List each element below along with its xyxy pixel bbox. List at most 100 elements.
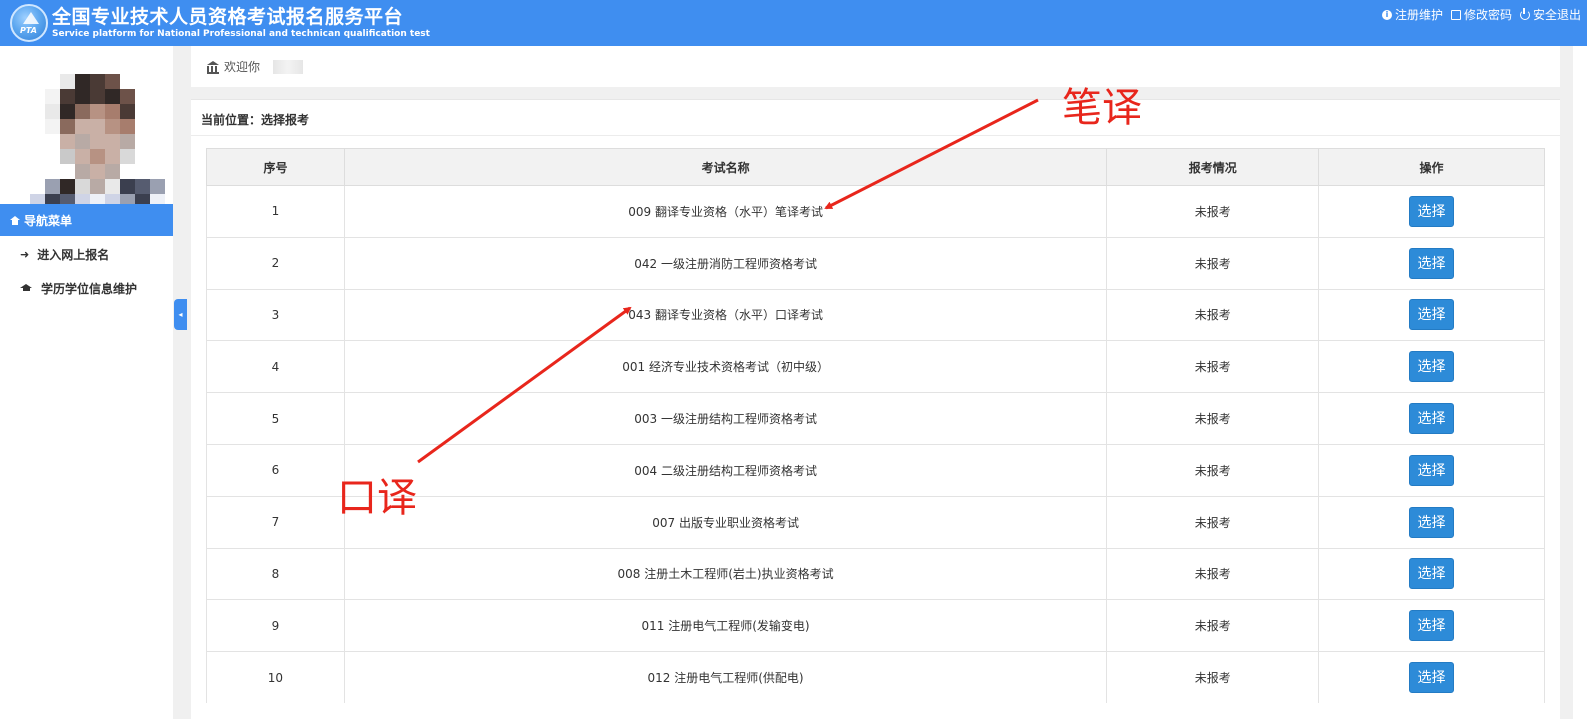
edit-icon [1450, 9, 1461, 20]
avatar-pixel [120, 119, 135, 134]
sidebar: 导航菜单 ➜ 进入网上报名 学历学位信息维护 [0, 46, 173, 719]
row-no: 9 [206, 599, 345, 652]
row-exam-name: 001 经济专业技术资格考试（初中级） [343, 340, 1108, 393]
select-button[interactable]: 选择 [1409, 662, 1455, 694]
avatar-pixel [120, 89, 135, 104]
avatar-pixel [105, 74, 120, 89]
home-icon [10, 215, 20, 225]
logout-label: 安全退出 [1532, 8, 1581, 22]
site-title: 全国专业技术人员资格考试报名服务平台 [52, 6, 404, 28]
table-row: 5 003 一级注册结构工程师资格考试 未报考 选择 [206, 392, 1545, 445]
select-button[interactable]: 选择 [1409, 299, 1455, 331]
row-action: 选择 [1318, 495, 1545, 549]
avatar-pixel [60, 179, 75, 194]
top-links: i 注册维护 修改密码 安全退出 [1381, 6, 1581, 23]
select-button[interactable]: 选择 [1409, 403, 1455, 435]
row-no: 3 [206, 288, 345, 341]
row-no: 2 [206, 236, 345, 290]
row-status: 未报考 [1106, 547, 1320, 600]
select-button[interactable]: 选择 [1409, 558, 1455, 590]
blurred-username [273, 59, 304, 74]
avatar-pixel [75, 74, 90, 89]
row-action: 选择 [1318, 392, 1545, 445]
avatar-pixel [120, 179, 135, 194]
avatar-pixel [75, 149, 90, 164]
avatar-pixel [90, 104, 105, 119]
avatar-pixel [120, 104, 135, 119]
table-row: 2 042 一级注册消防工程师资格考试 未报考 选择 [206, 236, 1545, 290]
row-status: 未报考 [1106, 599, 1320, 652]
written-annotation-label: 笔译 [1062, 85, 1142, 131]
avatar-pixel [75, 179, 90, 194]
register-maintain-link[interactable]: i 注册维护 [1381, 6, 1443, 23]
row-no: 5 [206, 392, 345, 445]
avatar-pixel [90, 179, 105, 194]
row-action: 选择 [1318, 340, 1545, 393]
sidebar-item-degree-info[interactable]: 学历学位信息维护 [0, 271, 173, 305]
table-header-row: 序号 考试名称 报考情况 操作 [206, 148, 1545, 186]
change-password-link[interactable]: 修改密码 [1450, 6, 1512, 23]
site-subtitle: Service platform for National Profession… [52, 29, 430, 39]
avatar-pixel [105, 89, 120, 104]
row-exam-name: 004 二级注册结构工程师资格考试 [343, 443, 1108, 497]
row-no: 8 [206, 547, 345, 600]
avatar-pixel [90, 89, 105, 104]
col-header-status: 报考情况 [1106, 148, 1320, 186]
avatar-pixel [105, 134, 120, 149]
avatar-pixel [135, 179, 150, 194]
select-button[interactable]: 选择 [1409, 506, 1455, 538]
sign-in-icon: ➜ [20, 247, 30, 261]
avatar-pixel [75, 164, 90, 179]
row-exam-name: 011 注册电气工程师(发输变电) [343, 599, 1108, 652]
table-row: 9 011 注册电气工程师(发输变电) 未报考 选择 [206, 599, 1545, 652]
register-maintain-label: 注册维护 [1394, 8, 1443, 22]
sidebar-item-online-registration[interactable]: ➜ 进入网上报名 [0, 237, 173, 271]
avatar-pixel [75, 119, 90, 134]
avatar-pixel [75, 104, 90, 119]
top-header: PTA 全国专业技术人员资格考试报名服务平台 Service platform … [0, 0, 1587, 46]
select-button[interactable]: 选择 [1409, 195, 1455, 227]
sidebar-item-label: 学历学位信息维护 [41, 281, 138, 296]
avatar-pixel [75, 134, 90, 149]
institution-icon [207, 61, 219, 74]
row-no: 10 [206, 651, 345, 704]
avatar-pixel [45, 89, 60, 104]
pta-logo-icon: PTA [10, 4, 48, 42]
logout-link[interactable]: 安全退出 [1519, 6, 1581, 23]
row-exam-name: 007 出版专业职业资格考试 [343, 495, 1108, 549]
avatar-pixel [120, 149, 135, 164]
avatar-pixel [75, 89, 90, 104]
avatar-pixel [105, 119, 120, 134]
avatar-pixel [90, 119, 105, 134]
avatar-pixel [45, 104, 60, 119]
col-header-exam-name: 考试名称 [343, 148, 1108, 186]
row-action: 选择 [1318, 651, 1545, 704]
row-status: 未报考 [1106, 443, 1320, 497]
select-button[interactable]: 选择 [1409, 610, 1455, 642]
avatar-pixel [105, 179, 120, 194]
row-status: 未报考 [1106, 392, 1320, 445]
row-exam-name: 043 翻译专业资格（水平）口译考试 [343, 288, 1108, 341]
row-no: 6 [206, 443, 345, 497]
avatar-pixel [120, 134, 135, 149]
avatar-pixel [90, 164, 105, 179]
row-status: 未报考 [1106, 495, 1320, 549]
graduation-cap-icon [20, 284, 33, 292]
row-no: 7 [206, 495, 345, 549]
avatar-pixel [90, 149, 105, 164]
select-button[interactable]: 选择 [1409, 351, 1455, 383]
select-button[interactable]: 选择 [1409, 454, 1455, 486]
row-exam-name: 012 注册电气工程师(供配电) [343, 651, 1108, 704]
exam-table: 序号 考试名称 报考情况 操作 1 009 翻译专业资格（水平）笔译考试 未报考 选择… [206, 148, 1545, 704]
sidebar-collapse-toggle[interactable]: ◂ [174, 299, 187, 330]
row-status: 未报考 [1106, 651, 1320, 704]
avatar-pixel [60, 149, 75, 164]
row-exam-name: 008 注册土木工程师(岩土)执业资格考试 [343, 547, 1108, 600]
row-action: 选择 [1318, 547, 1545, 600]
avatar-pixel [60, 134, 75, 149]
select-button[interactable]: 选择 [1409, 247, 1455, 279]
logo-text: PTA [20, 26, 37, 35]
breadcrumb: 当前位置：选择报考 [201, 113, 310, 127]
welcome-text: 欢迎你 [224, 60, 261, 74]
table-row: 1 009 翻译专业资格（水平）笔译考试 未报考 选择 [206, 185, 1545, 238]
